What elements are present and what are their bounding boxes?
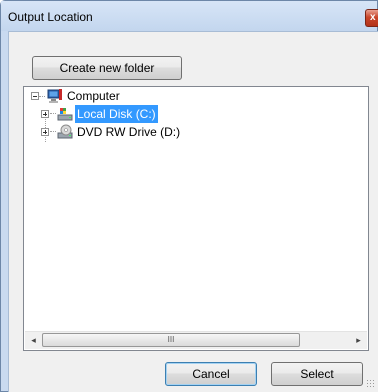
dvd-drive-icon	[57, 124, 73, 139]
create-new-folder-button[interactable]: Create new folder	[32, 56, 182, 80]
tree-item-local-disk[interactable]: Local Disk (C:)	[24, 105, 224, 123]
tree-item-label: DVD RW Drive (D:)	[77, 125, 181, 139]
local-disk-icon	[57, 108, 73, 121]
cancel-button[interactable]: Cancel	[165, 362, 257, 386]
tree-item-dvd-drive[interactable]: DVD RW Drive (D:)	[24, 123, 224, 141]
scroll-thumb[interactable]: III	[42, 333, 300, 347]
window-title: Output Location	[8, 10, 93, 24]
expand-icon[interactable]	[41, 128, 49, 136]
tree-item-computer[interactable]: Computer	[24, 87, 224, 105]
collapse-icon[interactable]	[31, 92, 39, 100]
dialog-client-area: Create new folder Computer Local Disk (C…	[8, 31, 378, 392]
scroll-left-icon[interactable]: ◂	[25, 332, 42, 349]
folder-tree-view[interactable]: Computer Local Disk (C:) DVD RW Drive (D…	[23, 86, 369, 351]
tree-item-label: Local Disk (C:)	[75, 105, 158, 123]
scroll-right-icon[interactable]: ▸	[350, 332, 367, 349]
close-button[interactable]: x	[365, 9, 378, 27]
select-button[interactable]: Select	[271, 362, 363, 386]
expand-icon[interactable]	[41, 110, 49, 118]
tree-connector-line	[39, 96, 45, 97]
computer-icon	[47, 89, 62, 103]
close-icon: x	[370, 12, 376, 23]
title-bar[interactable]: Output Location x	[1, 1, 378, 31]
dialog-window: Output Location x Create new folder Comp…	[0, 0, 378, 392]
horizontal-scrollbar[interactable]: ◂ III ▸	[25, 331, 367, 349]
tree-item-label: Computer	[67, 89, 120, 103]
resize-grip-icon[interactable]	[366, 379, 376, 389]
